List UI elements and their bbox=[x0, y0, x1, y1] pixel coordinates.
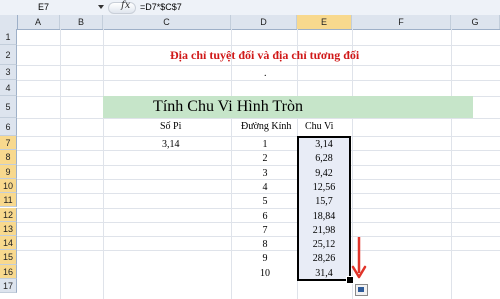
pi-value[interactable]: 3,14 bbox=[162, 139, 180, 150]
perimeter-cell[interactable]: 9,42 bbox=[297, 168, 351, 179]
gridline bbox=[17, 136, 500, 137]
name-box[interactable]: E7 bbox=[0, 1, 108, 14]
gridline bbox=[17, 80, 500, 81]
column-header-e[interactable]: E bbox=[297, 15, 352, 29]
formula-bar: E7 fx =D7*$C$7 bbox=[0, 0, 500, 16]
gridline bbox=[17, 45, 500, 46]
column-header-g[interactable]: G bbox=[451, 15, 500, 29]
perimeter-cell[interactable]: 25,12 bbox=[297, 239, 351, 250]
column-header-c[interactable]: C bbox=[103, 15, 231, 29]
perimeter-cell[interactable]: 18,84 bbox=[297, 211, 351, 222]
name-box-value: E7 bbox=[38, 2, 50, 12]
diameter-cell[interactable]: 8 bbox=[230, 239, 300, 250]
gridline bbox=[17, 236, 500, 238]
gridline bbox=[17, 178, 500, 180]
gridline bbox=[17, 193, 500, 195]
perimeter-cell[interactable]: 12,56 bbox=[297, 182, 351, 193]
diameter-cell[interactable]: 5 bbox=[230, 196, 300, 207]
diameter-cell[interactable]: 3 bbox=[230, 168, 300, 179]
gridline bbox=[17, 65, 500, 66]
row-header-2[interactable]: 2 bbox=[0, 45, 17, 65]
row-header-14[interactable]: 14 bbox=[0, 236, 17, 251]
row-header-17[interactable]: 17 bbox=[0, 279, 17, 294]
gridline bbox=[17, 221, 500, 223]
sheet-title: Địa chỉ tuyệt đối và địa chỉ tương đối bbox=[170, 48, 360, 62]
gridline bbox=[17, 164, 500, 166]
banner-title: Tính Chu Vi Hình Tròn bbox=[153, 98, 303, 115]
auto-fill-options-icon[interactable] bbox=[355, 284, 368, 296]
perimeter-cell[interactable]: 28,26 bbox=[297, 253, 351, 264]
column-header-d[interactable]: D bbox=[231, 15, 297, 29]
row-header-12[interactable]: 12 bbox=[0, 207, 17, 222]
gridline bbox=[17, 118, 500, 119]
header-pi[interactable]: Số Pi bbox=[160, 121, 181, 132]
column-header-a[interactable]: A bbox=[17, 15, 60, 29]
perimeter-cell[interactable]: 3,14 bbox=[297, 139, 351, 150]
arrow-down-icon bbox=[351, 237, 367, 279]
perimeter-cell[interactable]: 31,4 bbox=[297, 268, 351, 279]
row-header-3[interactable]: 3 bbox=[0, 65, 17, 80]
row-header-10[interactable]: 10 bbox=[0, 178, 17, 194]
perimeter-cell[interactable]: 15,7 bbox=[297, 196, 351, 207]
row-header-16[interactable]: 16 bbox=[0, 264, 17, 279]
header-diameter[interactable]: Đường Kính bbox=[241, 121, 291, 132]
row-header-7[interactable]: 7 bbox=[0, 136, 17, 151]
row-header-11[interactable]: 11 bbox=[0, 193, 17, 208]
row-header-15[interactable]: 15 bbox=[0, 250, 17, 265]
diameter-cell[interactable]: 6 bbox=[230, 211, 300, 222]
formula-input[interactable]: =D7*$C$7 bbox=[140, 1, 500, 14]
perimeter-cell[interactable]: 21,98 bbox=[297, 225, 351, 236]
diameter-cell[interactable]: 7 bbox=[230, 225, 300, 236]
column-header-b[interactable]: B bbox=[60, 15, 103, 29]
row-header-5[interactable]: 5 bbox=[0, 96, 17, 118]
perimeter-cell[interactable]: 6,28 bbox=[297, 153, 351, 164]
row-header-4[interactable]: 4 bbox=[0, 80, 17, 96]
diameter-cell[interactable]: 4 bbox=[230, 182, 300, 193]
row-header-8[interactable]: 8 bbox=[0, 150, 17, 165]
chevron-down-icon[interactable] bbox=[98, 5, 104, 9]
gridline bbox=[17, 250, 500, 252]
dot-mark: . bbox=[264, 68, 267, 79]
diameter-cell[interactable]: 2 bbox=[230, 153, 300, 164]
row-header-9[interactable]: 9 bbox=[0, 164, 17, 179]
diameter-cell[interactable]: 10 bbox=[230, 268, 300, 279]
function-icon[interactable]: fx bbox=[121, 0, 130, 11]
select-all-corner[interactable] bbox=[0, 15, 18, 29]
header-perimeter[interactable]: Chu Vi bbox=[305, 121, 333, 132]
row-header-13[interactable]: 13 bbox=[0, 221, 17, 237]
gridline bbox=[17, 150, 500, 152]
column-header-f[interactable]: F bbox=[352, 15, 451, 29]
auto-fill-mini-icon bbox=[358, 287, 364, 292]
row-header-1[interactable]: 1 bbox=[0, 29, 17, 45]
gridline bbox=[17, 207, 500, 209]
diameter-cell[interactable]: 1 bbox=[230, 139, 300, 150]
row-header-6[interactable]: 6 bbox=[0, 118, 17, 136]
diameter-cell[interactable]: 9 bbox=[230, 253, 300, 264]
